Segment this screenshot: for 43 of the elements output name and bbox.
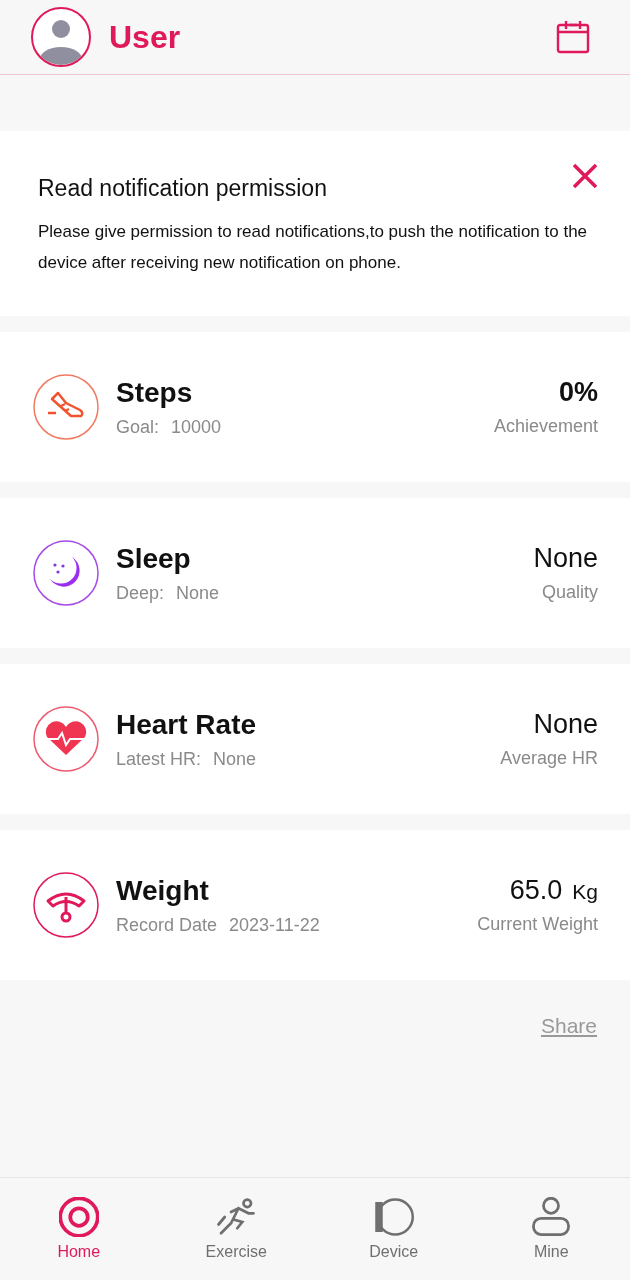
value-caption: Current Weight bbox=[477, 914, 598, 935]
metric-value: 65.0 bbox=[509, 875, 563, 906]
value-caption: Average HR bbox=[500, 748, 598, 769]
metric-card[interactable]: Heart Rate Latest HR: None None Average HR bbox=[0, 664, 630, 814]
metric-detail: None bbox=[213, 748, 257, 770]
metric-title: Weight bbox=[116, 874, 210, 907]
shoe-icon bbox=[32, 373, 100, 441]
moon-icon bbox=[32, 539, 100, 607]
person-icon bbox=[532, 1197, 571, 1236]
metric-title: Sleep bbox=[116, 542, 192, 575]
metric-value: 0% bbox=[558, 377, 598, 408]
metric-label: Record Date bbox=[116, 914, 218, 936]
metric-label: Goal: bbox=[116, 416, 160, 438]
metric-value: None bbox=[533, 543, 598, 574]
unit-label: Kg bbox=[572, 880, 598, 904]
watch-icon bbox=[375, 1198, 414, 1236]
notification-text: Please give permission to read notifications,to push the notification to the device after receiving new notification on phone. bbox=[38, 221, 589, 274]
target-icon bbox=[58, 1197, 99, 1237]
metric-detail: 2023-11-22 bbox=[229, 914, 320, 936]
metric-value: None bbox=[533, 709, 598, 740]
scale-icon bbox=[32, 871, 100, 939]
metric-label: Latest HR: bbox=[116, 748, 202, 770]
nav-tab[interactable]: Mine bbox=[472, 1178, 630, 1280]
value-caption: Achievement bbox=[493, 416, 598, 437]
metric-detail: 10000 bbox=[171, 416, 222, 438]
share-link[interactable]: Share bbox=[540, 1014, 597, 1038]
metric-card[interactable]: Sleep Deep: None None Quality bbox=[0, 498, 630, 648]
nav-tab[interactable]: Exercise bbox=[157, 1178, 315, 1280]
nav-tab[interactable]: Home bbox=[0, 1178, 158, 1280]
value-caption: Quality bbox=[541, 582, 598, 603]
runner-icon bbox=[217, 1198, 256, 1235]
calendar-icon[interactable] bbox=[556, 20, 590, 54]
nav-tab[interactable]: Device bbox=[315, 1178, 473, 1280]
metric-card[interactable]: Steps Goal: 10000 0% Achievement bbox=[0, 332, 630, 482]
avatar[interactable] bbox=[31, 7, 91, 67]
close-icon[interactable] bbox=[570, 161, 600, 191]
user-name: User bbox=[109, 18, 182, 56]
metric-title: Heart Rate bbox=[116, 708, 258, 741]
metric-label: Deep: bbox=[116, 582, 165, 604]
metric-title: Steps bbox=[116, 376, 194, 409]
metric-card[interactable]: Weight Record Date 2023-11-22 65.0 Kg Current Weight bbox=[0, 830, 630, 980]
notification-title: Read notification permission bbox=[38, 175, 328, 202]
metric-detail: None bbox=[176, 582, 220, 604]
